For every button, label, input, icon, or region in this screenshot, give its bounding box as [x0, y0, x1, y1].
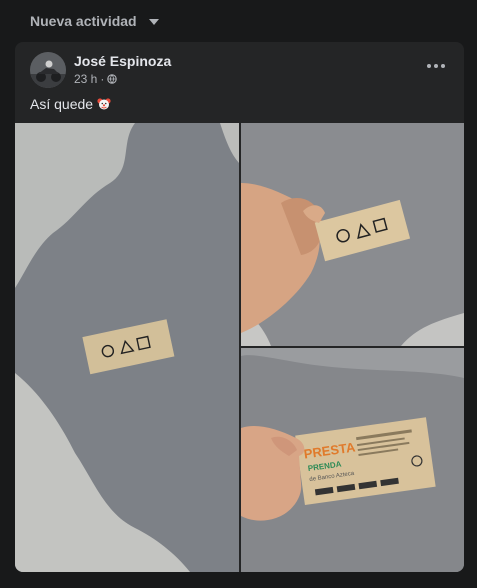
- post-meta: 23 h ·: [74, 72, 118, 86]
- feed-filter-label: Nueva actividad: [30, 13, 137, 29]
- dot-icon: [427, 64, 431, 68]
- photo-bottom-right-image: PRESTA PRENDA de Banco Azteca: [241, 348, 464, 572]
- dot-icon: [441, 64, 445, 68]
- photo-left[interactable]: [15, 123, 239, 572]
- photo-top-right-image: [241, 123, 464, 346]
- top-bar: Nueva actividad: [0, 0, 477, 42]
- photo-grid: PRESTA PRENDA de Banco Azteca: [15, 123, 464, 572]
- feed-filter-dropdown[interactable]: Nueva actividad: [30, 13, 159, 29]
- more-options-button[interactable]: [424, 58, 448, 74]
- post-card: José Espinoza 23 h · Así quede PRESTA PR…: [15, 42, 464, 572]
- avatar[interactable]: [30, 52, 66, 88]
- clown-face-icon: [97, 98, 111, 110]
- post-text: Así quede: [30, 96, 111, 112]
- caret-down-icon: [148, 18, 159, 25]
- post-time[interactable]: 23 h: [74, 72, 97, 86]
- photo-left-image: [15, 123, 239, 572]
- photo-bottom-right[interactable]: PRESTA PRENDA de Banco Azteca: [241, 348, 464, 572]
- meta-separator: ·: [100, 72, 105, 86]
- post-text-content: Así quede: [30, 96, 94, 112]
- post-header: José Espinoza 23 h ·: [15, 42, 464, 92]
- avatar-image: [30, 52, 66, 88]
- photo-top-right[interactable]: [241, 123, 464, 346]
- globe-icon: [107, 74, 118, 84]
- author-name[interactable]: José Espinoza: [74, 53, 171, 69]
- dot-icon: [434, 64, 438, 68]
